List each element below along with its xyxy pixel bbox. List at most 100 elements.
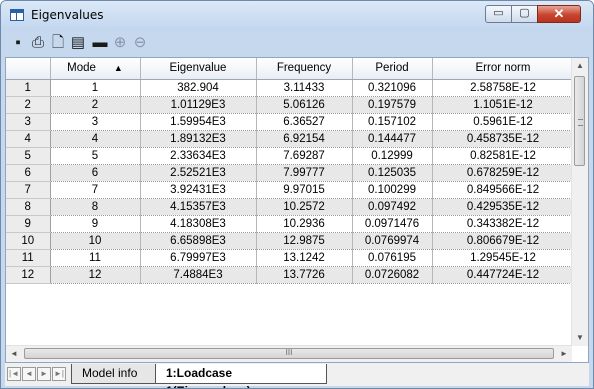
cell-eigenvalue[interactable]: 3.92431E3 [140, 181, 257, 199]
title-bar[interactable]: Eigenvalues ▭ ▢ ✕ [1, 1, 593, 31]
cell-period[interactable]: 0.125035 [352, 164, 433, 182]
vertical-scroll-thumb[interactable] [574, 76, 585, 166]
cell-frequency[interactable]: 3.11433 [256, 79, 353, 97]
printer-setup-icon[interactable]: ▬ [91, 34, 109, 52]
table-row[interactable]: 7 7 3.92431E3 9.97015 0.100299 0.849566E-12 [6, 181, 575, 199]
cell-mode[interactable]: 12 [50, 266, 141, 284]
cell-period[interactable]: 0.100299 [352, 181, 433, 199]
row-header[interactable]: 9 [6, 215, 51, 233]
save-icon[interactable]: ▪ [9, 34, 27, 52]
cell-error[interactable]: 0.5961E-12 [432, 113, 575, 131]
tab-loadcase-1[interactable]: 1:Loadcase 1(Eigenvalues) [155, 364, 327, 388]
cell-eigenvalue[interactable]: 1.59954E3 [140, 113, 257, 131]
cell-error[interactable]: 0.429535E-12 [432, 198, 575, 216]
cell-period[interactable]: 0.321096 [352, 79, 433, 97]
cell-error[interactable]: 1.1051E-12 [432, 96, 575, 114]
table-row[interactable]: 11 11 6.79997E3 13.1242 0.076195 1.29545E-12 [6, 249, 575, 267]
table-row[interactable]: 10 10 6.65898E3 12.9875 0.0769974 0.806679E-1… [6, 232, 575, 250]
zoom-in-icon[interactable]: ⊕ [111, 34, 129, 52]
table-row[interactable]: 1 1 382.904 3.11433 0.321096 2.58758E-12 [6, 79, 575, 97]
column-header-error-norm[interactable]: Error norm [432, 58, 575, 80]
cell-frequency[interactable]: 12.9875 [256, 232, 353, 250]
cell-error[interactable]: 0.447724E-12 [432, 266, 575, 284]
cell-eigenvalue[interactable]: 1.89132E3 [140, 130, 257, 148]
cell-error[interactable]: 1.29545E-12 [432, 249, 575, 267]
cell-eigenvalue[interactable]: 4.18308E3 [140, 215, 257, 233]
cell-period[interactable]: 0.0726082 [352, 266, 433, 284]
cell-frequency[interactable]: 13.1242 [256, 249, 353, 267]
cell-mode[interactable]: 1 [50, 79, 141, 97]
row-header[interactable]: 12 [6, 266, 51, 284]
cell-frequency[interactable]: 7.69287 [256, 147, 353, 165]
cell-eigenvalue[interactable]: 6.79997E3 [140, 249, 257, 267]
zoom-out-icon[interactable]: ⊖ [131, 34, 149, 52]
cell-period[interactable]: 0.0971476 [352, 215, 433, 233]
cell-period[interactable]: 0.0769974 [352, 232, 433, 250]
data-grid[interactable]: Mode ▲ Eigenvalue Frequency Period Error … [5, 57, 589, 363]
cell-period[interactable]: 0.097492 [352, 198, 433, 216]
cell-eigenvalue[interactable]: 1.01129E3 [140, 96, 257, 114]
row-header[interactable]: 7 [6, 181, 51, 199]
cell-mode[interactable]: 4 [50, 130, 141, 148]
print-icon[interactable]: ⎙ [29, 34, 47, 52]
cell-eigenvalue[interactable]: 2.33634E3 [140, 147, 257, 165]
table-row[interactable]: 8 8 4.15357E3 10.2572 0.097492 0.429535E-12 [6, 198, 575, 216]
cell-mode[interactable]: 11 [50, 249, 141, 267]
cell-error[interactable]: 0.343382E-12 [432, 215, 575, 233]
cell-mode[interactable]: 8 [50, 198, 141, 216]
cell-error[interactable]: 2.58758E-12 [432, 79, 575, 97]
cell-period[interactable]: 0.076195 [352, 249, 433, 267]
horizontal-scrollbar[interactable]: ◄ III ► [6, 345, 572, 362]
scroll-down-icon[interactable]: ▼ [572, 330, 588, 346]
cell-period[interactable]: 0.197579 [352, 96, 433, 114]
row-header[interactable]: 3 [6, 113, 51, 131]
cell-period[interactable]: 0.157102 [352, 113, 433, 131]
cell-error[interactable]: 0.82581E-12 [432, 147, 575, 165]
cell-mode[interactable]: 3 [50, 113, 141, 131]
cell-frequency[interactable]: 6.92154 [256, 130, 353, 148]
table-row[interactable]: 12 12 7.4884E3 13.7726 0.0726082 0.447724E-12 [6, 266, 575, 284]
horizontal-scroll-thumb[interactable]: III [24, 348, 554, 359]
cell-frequency[interactable]: 5.06126 [256, 96, 353, 114]
column-header-mode[interactable]: Mode ▲ [50, 58, 141, 80]
cell-eigenvalue[interactable]: 4.15357E3 [140, 198, 257, 216]
row-header[interactable]: 11 [6, 249, 51, 267]
cell-error[interactable]: 0.458735E-12 [432, 130, 575, 148]
export-icon[interactable]: ▤ [69, 34, 87, 52]
last-tab-icon[interactable]: ►| [52, 367, 66, 381]
cell-frequency[interactable]: 7.99777 [256, 164, 353, 182]
cell-frequency[interactable]: 6.36527 [256, 113, 353, 131]
row-header[interactable]: 5 [6, 147, 51, 165]
maximize-button[interactable]: ▢ [511, 5, 538, 23]
row-header[interactable]: 8 [6, 198, 51, 216]
close-button[interactable]: ✕ [537, 5, 581, 23]
cell-period[interactable]: 0.12999 [352, 147, 433, 165]
cell-error[interactable]: 0.678259E-12 [432, 164, 575, 182]
cell-eigenvalue[interactable]: 6.65898E3 [140, 232, 257, 250]
next-tab-icon[interactable]: ► [37, 367, 51, 381]
first-tab-icon[interactable]: |◄ [7, 367, 21, 381]
cell-mode[interactable]: 6 [50, 164, 141, 182]
scroll-right-icon[interactable]: ► [556, 346, 572, 362]
vertical-scrollbar[interactable]: ▲ ▼ [571, 58, 588, 346]
cell-mode[interactable]: 10 [50, 232, 141, 250]
row-header[interactable]: 10 [6, 232, 51, 250]
column-header-eigenvalue[interactable]: Eigenvalue [140, 58, 257, 80]
column-header-frequency[interactable]: Frequency [256, 58, 353, 80]
cell-frequency[interactable]: 10.2936 [256, 215, 353, 233]
column-header-period[interactable]: Period [352, 58, 433, 80]
table-row[interactable]: 3 3 1.59954E3 6.36527 0.157102 0.5961E-12 [6, 113, 575, 131]
cell-mode[interactable]: 2 [50, 96, 141, 114]
previous-tab-icon[interactable]: ◄ [22, 367, 36, 381]
cell-period[interactable]: 0.144477 [352, 130, 433, 148]
cell-frequency[interactable]: 10.2572 [256, 198, 353, 216]
cell-eigenvalue[interactable]: 382.904 [140, 79, 257, 97]
cell-error[interactable]: 0.849566E-12 [432, 181, 575, 199]
row-header[interactable]: 4 [6, 130, 51, 148]
table-row[interactable]: 5 5 2.33634E3 7.69287 0.12999 0.82581E-12 [6, 147, 575, 165]
table-row[interactable]: 9 9 4.18308E3 10.2936 0.0971476 0.343382E-12 [6, 215, 575, 233]
row-header[interactable]: 2 [6, 96, 51, 114]
table-row[interactable]: 6 6 2.52521E3 7.99777 0.125035 0.678259E-12 [6, 164, 575, 182]
cell-mode[interactable]: 7 [50, 181, 141, 199]
minimize-button[interactable]: ▭ [485, 5, 512, 23]
